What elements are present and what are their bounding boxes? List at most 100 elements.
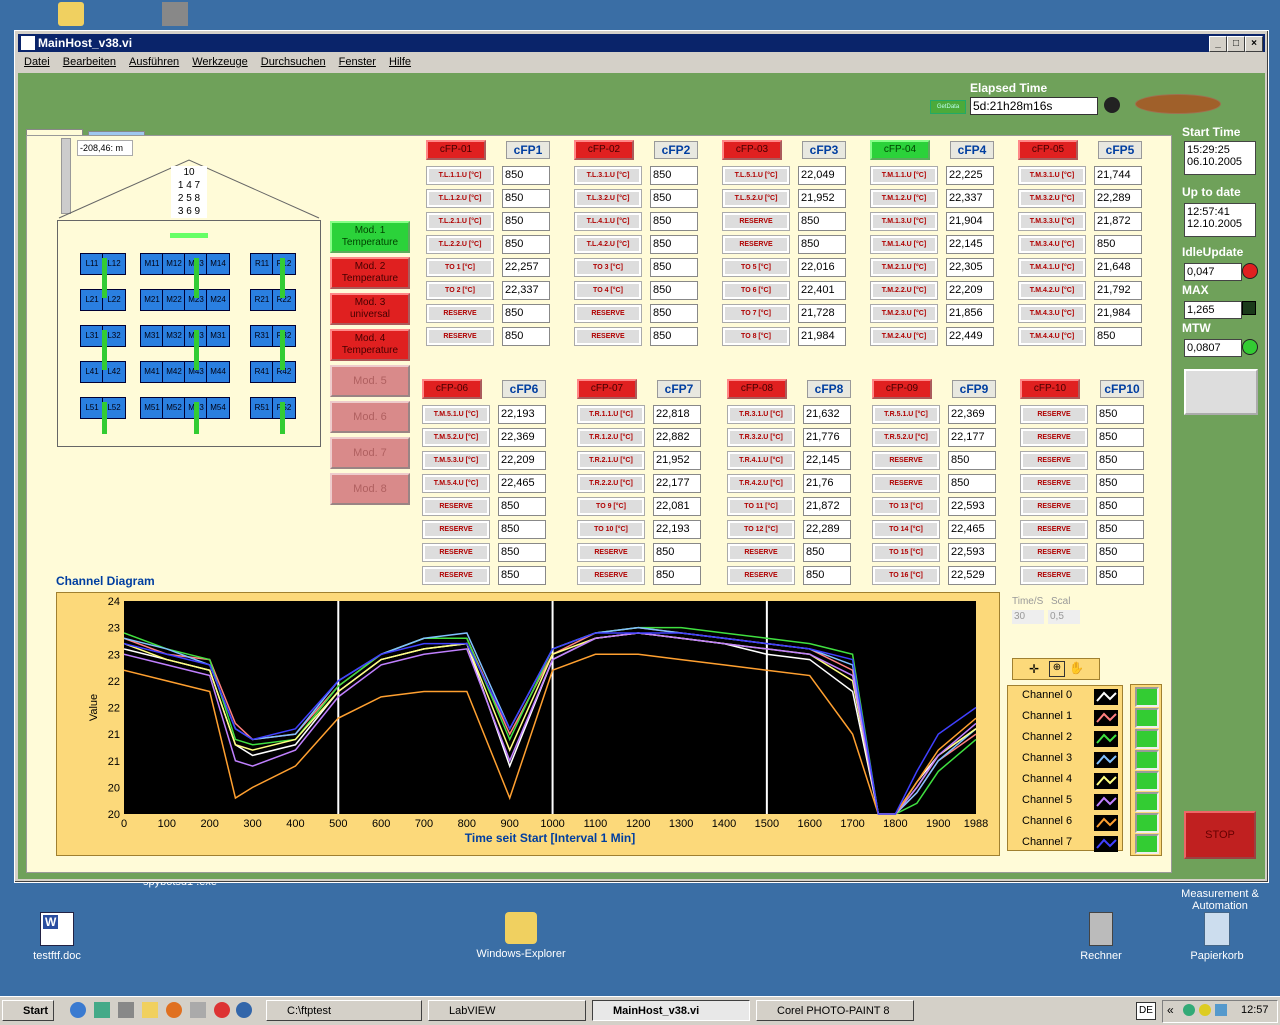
legend-item[interactable]: Channel 4 — [1022, 773, 1118, 789]
menu-fenster[interactable]: Fenster — [339, 56, 376, 68]
legend-item[interactable]: Channel 3 — [1022, 752, 1118, 768]
globe-icon[interactable] — [236, 1002, 252, 1018]
stop-button[interactable]: STOP — [1184, 811, 1256, 859]
app-icon[interactable] — [190, 1002, 206, 1018]
module-1-7[interactable]: R11 — [250, 253, 274, 275]
channel-toggle-7[interactable] — [1135, 834, 1159, 854]
legend-item[interactable]: Channel 6 — [1022, 815, 1118, 831]
desktop-icon[interactable] — [94, 1002, 110, 1018]
mod-8-button[interactable]: Mod. 8 — [330, 473, 410, 505]
module-4-3[interactable]: M41 — [140, 361, 164, 383]
legend-item[interactable]: Channel 1 — [1022, 710, 1118, 726]
module-1-4[interactable]: M12 — [162, 253, 186, 275]
media-icon[interactable] — [118, 1002, 134, 1018]
maximize-button[interactable]: □ — [1227, 36, 1245, 52]
module-3-1[interactable]: L31 — [80, 325, 104, 347]
module-4-1[interactable]: L41 — [80, 361, 104, 383]
channel-toggle-2[interactable] — [1135, 729, 1159, 749]
menu-durchsuchen[interactable]: Durchsuchen — [261, 56, 326, 68]
mod-1-button[interactable]: Mod. 1 Temperature — [330, 221, 410, 253]
mod-7-button[interactable]: Mod. 7 — [330, 437, 410, 469]
module-5-7[interactable]: R51 — [250, 397, 274, 419]
window-titlebar[interactable]: MainHost_v38.vi _ □ × — [18, 34, 1265, 52]
task-corel[interactable]: Corel PHOTO-PAINT 8 — [756, 1000, 914, 1021]
cfp-button-1[interactable]: cFP-01 — [426, 140, 486, 160]
close-button[interactable]: × — [1245, 36, 1263, 52]
legend-item[interactable]: Channel 0 — [1022, 689, 1118, 705]
channel-toggle-5[interactable] — [1135, 792, 1159, 812]
module-3-7[interactable]: R31 — [250, 325, 274, 347]
task-ftptest[interactable]: C:\ftptest — [266, 1000, 422, 1021]
start-button[interactable]: Start — [2, 1000, 54, 1021]
module-5-6[interactable]: M54 — [206, 397, 230, 419]
tray-icon-2[interactable] — [1199, 1004, 1211, 1016]
desktop-icon-papierkorb[interactable]: Papierkorb — [1172, 912, 1262, 962]
legend-item[interactable]: Channel 2 — [1022, 731, 1118, 747]
time-input[interactable]: 30 — [1012, 610, 1044, 624]
module-2-6[interactable]: M24 — [206, 289, 230, 311]
cfp-button-9[interactable]: cFP-09 — [872, 379, 932, 399]
folder-icon[interactable] — [142, 1002, 158, 1018]
task-labview[interactable]: LabVIEW — [428, 1000, 586, 1021]
mod-4-button[interactable]: Mod. 4 Temperature — [330, 329, 410, 361]
cfp-button-3[interactable]: cFP-03 — [722, 140, 782, 160]
module-5-4[interactable]: M52 — [162, 397, 186, 419]
desktop-icon-rechner[interactable]: Rechner — [1056, 912, 1146, 962]
firefox-icon[interactable] — [166, 1002, 182, 1018]
module-4-6[interactable]: M44 — [206, 361, 230, 383]
cfp-button-6[interactable]: cFP-06 — [422, 379, 482, 399]
module-3-3[interactable]: M31 — [140, 325, 164, 347]
channel-toggle-0[interactable] — [1135, 687, 1159, 707]
channel-toggle-1[interactable] — [1135, 708, 1159, 728]
tray-expand-icon[interactable]: « — [1167, 1003, 1174, 1017]
desktop-icon-top2[interactable] — [130, 2, 220, 30]
module-5-3[interactable]: M51 — [140, 397, 164, 419]
channel-toggle-6[interactable] — [1135, 813, 1159, 833]
legend-item[interactable]: Channel 7 — [1022, 836, 1118, 852]
module-3-6[interactable]: M31 — [206, 325, 230, 347]
module-1-3[interactable]: M11 — [140, 253, 164, 275]
desktop-icon-top1[interactable] — [26, 2, 116, 30]
mod-3-button[interactable]: Mod. 3 universal — [330, 293, 410, 325]
channel-toggle-3[interactable] — [1135, 750, 1159, 770]
module-4-7[interactable]: R41 — [250, 361, 274, 383]
module-2-7[interactable]: R21 — [250, 289, 274, 311]
channel-toggle-4[interactable] — [1135, 771, 1159, 791]
tray-icon-1[interactable] — [1183, 1004, 1195, 1016]
cfp-button-7[interactable]: cFP-07 — [577, 379, 637, 399]
legend-item[interactable]: Channel 5 — [1022, 794, 1118, 810]
getdata-button[interactable]: GetData — [930, 100, 966, 114]
cfp-button-10[interactable]: cFP-10 — [1020, 379, 1080, 399]
cfp-button-5[interactable]: cFP-05 — [1018, 140, 1078, 160]
menu-bearbeiten[interactable]: Bearbeiten — [63, 56, 116, 68]
desktop-icon-testftf[interactable]: W testftf.doc — [12, 912, 102, 962]
scal-input[interactable]: 0,5 — [1048, 610, 1080, 624]
module-5-1[interactable]: L51 — [80, 397, 104, 419]
module-1-1[interactable]: L11 — [80, 253, 104, 275]
thumbnail-icon[interactable] — [1184, 369, 1258, 415]
desktop-icon-explorer[interactable]: Windows-Explorer — [476, 912, 566, 960]
menu-ausfuehren[interactable]: Ausführen — [129, 56, 179, 68]
cfp-button-8[interactable]: cFP-08 — [727, 379, 787, 399]
module-2-1[interactable]: L21 — [80, 289, 104, 311]
chrome-icon[interactable] — [214, 1002, 230, 1018]
ie-icon[interactable] — [70, 1002, 86, 1018]
menu-werkzeuge[interactable]: Werkzeuge — [192, 56, 247, 68]
hand-icon[interactable]: ✋ — [1069, 661, 1084, 675]
menu-hilfe[interactable]: Hilfe — [389, 56, 411, 68]
mod-5-button[interactable]: Mod. 5 — [330, 365, 410, 397]
module-2-4[interactable]: M22 — [162, 289, 186, 311]
menu-datei[interactable]: Datei — [24, 56, 50, 68]
minimize-button[interactable]: _ — [1209, 36, 1227, 52]
language-indicator[interactable]: DE — [1136, 1002, 1156, 1020]
module-3-4[interactable]: M32 — [162, 325, 186, 347]
cfp-button-4[interactable]: cFP-04 — [870, 140, 930, 160]
module-1-6[interactable]: M14 — [206, 253, 230, 275]
zoom-icon[interactable]: ⊕ — [1049, 661, 1065, 677]
cfp-button-2[interactable]: cFP-02 — [574, 140, 634, 160]
module-2-3[interactable]: M21 — [140, 289, 164, 311]
task-mainhost[interactable]: MainHost_v38.vi — [592, 1000, 750, 1021]
module-4-4[interactable]: M42 — [162, 361, 186, 383]
mod-6-button[interactable]: Mod. 6 — [330, 401, 410, 433]
crosshair-icon[interactable]: ✛ — [1029, 662, 1039, 676]
